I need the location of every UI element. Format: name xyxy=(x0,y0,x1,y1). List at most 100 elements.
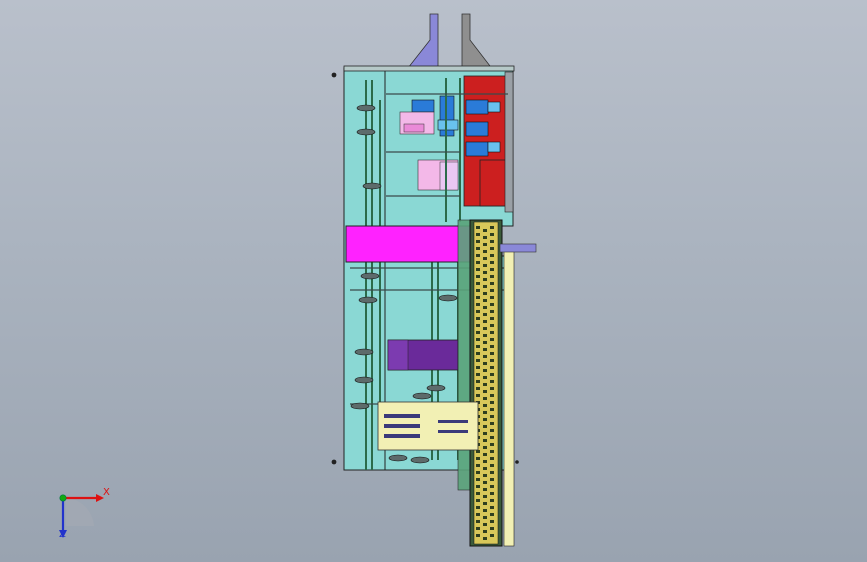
gear-icon xyxy=(356,104,376,112)
chain-link xyxy=(483,257,487,260)
gear-icon xyxy=(358,296,378,304)
chain-link xyxy=(476,513,480,516)
chain-link xyxy=(476,296,480,299)
chain-link xyxy=(476,450,480,453)
chain-link xyxy=(476,275,480,278)
chain-link xyxy=(483,306,487,309)
chain-link xyxy=(490,464,494,467)
chain-link xyxy=(476,471,480,474)
chain-link xyxy=(483,285,487,288)
chain-link xyxy=(483,537,487,540)
chain-link xyxy=(483,341,487,344)
side-arm[interactable] xyxy=(499,243,537,253)
chain-link xyxy=(476,499,480,502)
chain-link xyxy=(483,271,487,274)
chain-link xyxy=(476,520,480,523)
chain-link xyxy=(476,240,480,243)
chain-link xyxy=(490,387,494,390)
chain-link xyxy=(490,436,494,439)
z-axis-label: Z xyxy=(59,529,66,540)
chain-link xyxy=(476,492,480,495)
chain-link xyxy=(490,373,494,376)
chain-link xyxy=(483,404,487,407)
chain-link xyxy=(483,474,487,477)
gear-icon xyxy=(354,376,374,384)
chain-link xyxy=(483,418,487,421)
chain-link xyxy=(490,429,494,432)
chain-link xyxy=(483,334,487,337)
chain-link xyxy=(490,450,494,453)
chain-link xyxy=(483,397,487,400)
chain-link xyxy=(476,310,480,313)
chain-link xyxy=(476,247,480,250)
chain-link xyxy=(476,331,480,334)
chain-link xyxy=(483,229,487,232)
chain-link xyxy=(483,488,487,491)
chain-link xyxy=(476,380,480,383)
gear-icon xyxy=(350,402,370,410)
gear-icon xyxy=(410,456,430,464)
chain-link xyxy=(483,299,487,302)
chain-link xyxy=(490,457,494,460)
chain-link xyxy=(490,415,494,418)
chain-link xyxy=(490,275,494,278)
gear-icon xyxy=(412,392,432,400)
red-grey-strip xyxy=(504,71,514,213)
gear-icon xyxy=(388,454,408,462)
chain-link xyxy=(476,359,480,362)
chain-link xyxy=(490,366,494,369)
cad-viewport[interactable]: X Z xyxy=(0,0,867,562)
cad-model-drawing[interactable] xyxy=(0,0,867,562)
chain-link xyxy=(483,355,487,358)
chain-link xyxy=(490,345,494,348)
chain-link xyxy=(483,439,487,442)
chain-link xyxy=(483,243,487,246)
chain-link xyxy=(490,380,494,383)
gear-icon xyxy=(362,182,382,190)
chain-link xyxy=(483,236,487,239)
x-axis-label: X xyxy=(103,487,110,498)
chain-link xyxy=(490,527,494,530)
chain-link xyxy=(490,247,494,250)
chain-link xyxy=(490,443,494,446)
chain-link xyxy=(490,226,494,229)
chain-link xyxy=(490,296,494,299)
chain-link xyxy=(476,282,480,285)
chain-link xyxy=(483,467,487,470)
chain-link xyxy=(483,460,487,463)
chain-link xyxy=(490,268,494,271)
chain-link xyxy=(483,264,487,267)
chain-link xyxy=(483,376,487,379)
chain-link xyxy=(483,502,487,505)
chain-link xyxy=(476,527,480,530)
chain-link xyxy=(490,478,494,481)
chain-link xyxy=(476,324,480,327)
chain-link xyxy=(483,320,487,323)
chain-link xyxy=(476,261,480,264)
purple-block-side xyxy=(387,339,409,371)
chain-link xyxy=(490,282,494,285)
chain-link xyxy=(490,422,494,425)
chain-link xyxy=(476,233,480,236)
chain-link xyxy=(476,352,480,355)
chain-link xyxy=(483,369,487,372)
chain-link xyxy=(476,534,480,537)
chain-link xyxy=(483,250,487,253)
chain-link xyxy=(476,226,480,229)
chain-link xyxy=(483,390,487,393)
top-rail[interactable] xyxy=(343,65,515,72)
chain-link xyxy=(476,338,480,341)
chain-link xyxy=(490,471,494,474)
gear-icon xyxy=(426,384,446,392)
chain-link xyxy=(483,481,487,484)
chain-link xyxy=(483,278,487,281)
chain-link xyxy=(490,317,494,320)
chain-link xyxy=(490,534,494,537)
chain-link xyxy=(476,289,480,292)
chain-link xyxy=(476,478,480,481)
chain-link xyxy=(476,394,480,397)
chain-link xyxy=(483,362,487,365)
chain-link xyxy=(490,520,494,523)
chain-link xyxy=(483,348,487,351)
chain-link xyxy=(490,401,494,404)
